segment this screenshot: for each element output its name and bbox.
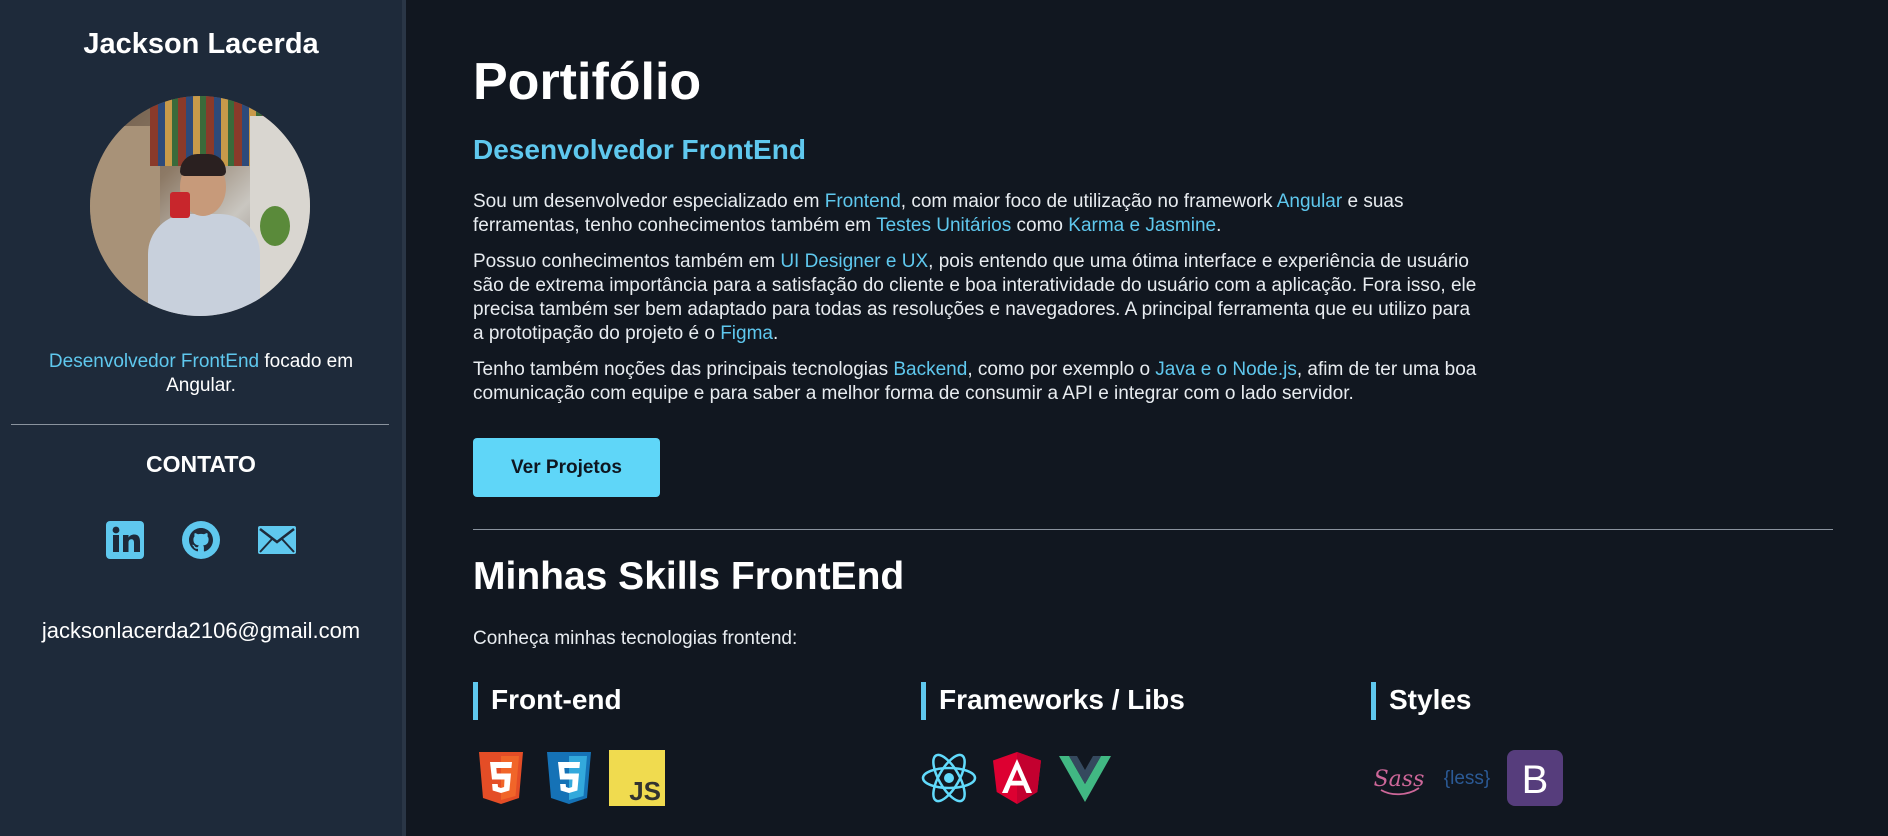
contact-heading: CONTATO [146, 451, 256, 477]
p1-highlight-karma: Karma e Jasmine [1068, 215, 1217, 236]
view-projects-button[interactable]: Ver Projetos [473, 438, 660, 497]
social-links [0, 520, 402, 560]
profile-role: Desenvolvedor FrontEnd focado em Angular… [20, 350, 382, 398]
p3-highlight-java-node: Java e o Node.js [1155, 359, 1297, 380]
avatar [90, 96, 310, 316]
bootstrap-icon: B [1507, 750, 1563, 806]
p2-text-a: Possuo conhecimentos também em [473, 251, 781, 272]
p3-highlight-backend: Backend [893, 359, 968, 380]
page-title: Portifólio [473, 53, 702, 111]
p3-text-a: Tenho também noções das principais tecno… [473, 359, 894, 380]
svg-text:B: B [1522, 758, 1549, 802]
category-title: Styles [1389, 684, 1472, 715]
category-accent-bar [1371, 682, 1376, 720]
svg-text:{less}: {less} [1444, 768, 1490, 789]
profile-name: Jackson Lacerda [83, 28, 319, 60]
category-accent-bar [921, 682, 926, 720]
github-icon[interactable] [181, 520, 221, 560]
css3-icon [547, 752, 591, 804]
react-icon [921, 753, 977, 803]
p3-text-c: , como por exemplo o [967, 359, 1156, 380]
p1-text-c: , com maior foco de utilização no framew… [900, 191, 1277, 212]
sidebar: Jackson Lacerda Desenvolvedor FrontEnd f… [0, 0, 406, 836]
angular-icon [993, 752, 1041, 804]
category-title: Front-end [491, 684, 622, 715]
svg-text:Sass: Sass [1374, 767, 1425, 792]
role-highlight: Desenvolvedor FrontEnd [48, 351, 260, 372]
p2-highlight-figma: Figma [720, 323, 773, 344]
mail-icon[interactable] [257, 520, 297, 560]
skills-title: Minhas Skills FrontEnd [473, 555, 905, 598]
section-divider [473, 529, 1833, 530]
email-text: jacksonlacerda2106@gmail.com [41, 618, 361, 643]
html5-icon [479, 752, 523, 804]
linkedin-icon[interactable] [105, 520, 145, 560]
p1-highlight-frontend: Frontend [824, 191, 901, 212]
skills-subtitle: Conheça minhas tecnologias frontend: [473, 628, 798, 649]
javascript-icon: JS [609, 750, 665, 806]
p1-text-g: como [1011, 215, 1069, 236]
p1-highlight-angular: Angular [1276, 191, 1343, 212]
p2-text-e: . [772, 323, 779, 344]
page-subtitle: Desenvolvedor FrontEnd [473, 134, 806, 165]
intro-paragraph-3: Tenho também noções das principais tecno… [473, 358, 1483, 406]
p1-highlight-tests: Testes Unitários [876, 215, 1012, 236]
intro-paragraph-2: Possuo conhecimentos também em UI Design… [473, 250, 1483, 346]
category-title: Frameworks / Libs [939, 684, 1185, 715]
p1-text-a: Sou um desenvolvedor especializado em [473, 191, 825, 212]
svg-text:JS: JS [629, 776, 661, 806]
sass-icon: Sass [1374, 767, 1425, 796]
category-accent-bar [473, 682, 478, 720]
less-icon: {less} [1444, 768, 1490, 789]
sidebar-divider [11, 424, 389, 425]
intro-paragraph-1: Sou um desenvolvedor especializado em Fr… [473, 190, 1483, 238]
p2-highlight-ux: UI Designer e UX [780, 251, 929, 272]
vue-icon [1059, 756, 1111, 802]
p1-text-i: . [1216, 215, 1222, 236]
